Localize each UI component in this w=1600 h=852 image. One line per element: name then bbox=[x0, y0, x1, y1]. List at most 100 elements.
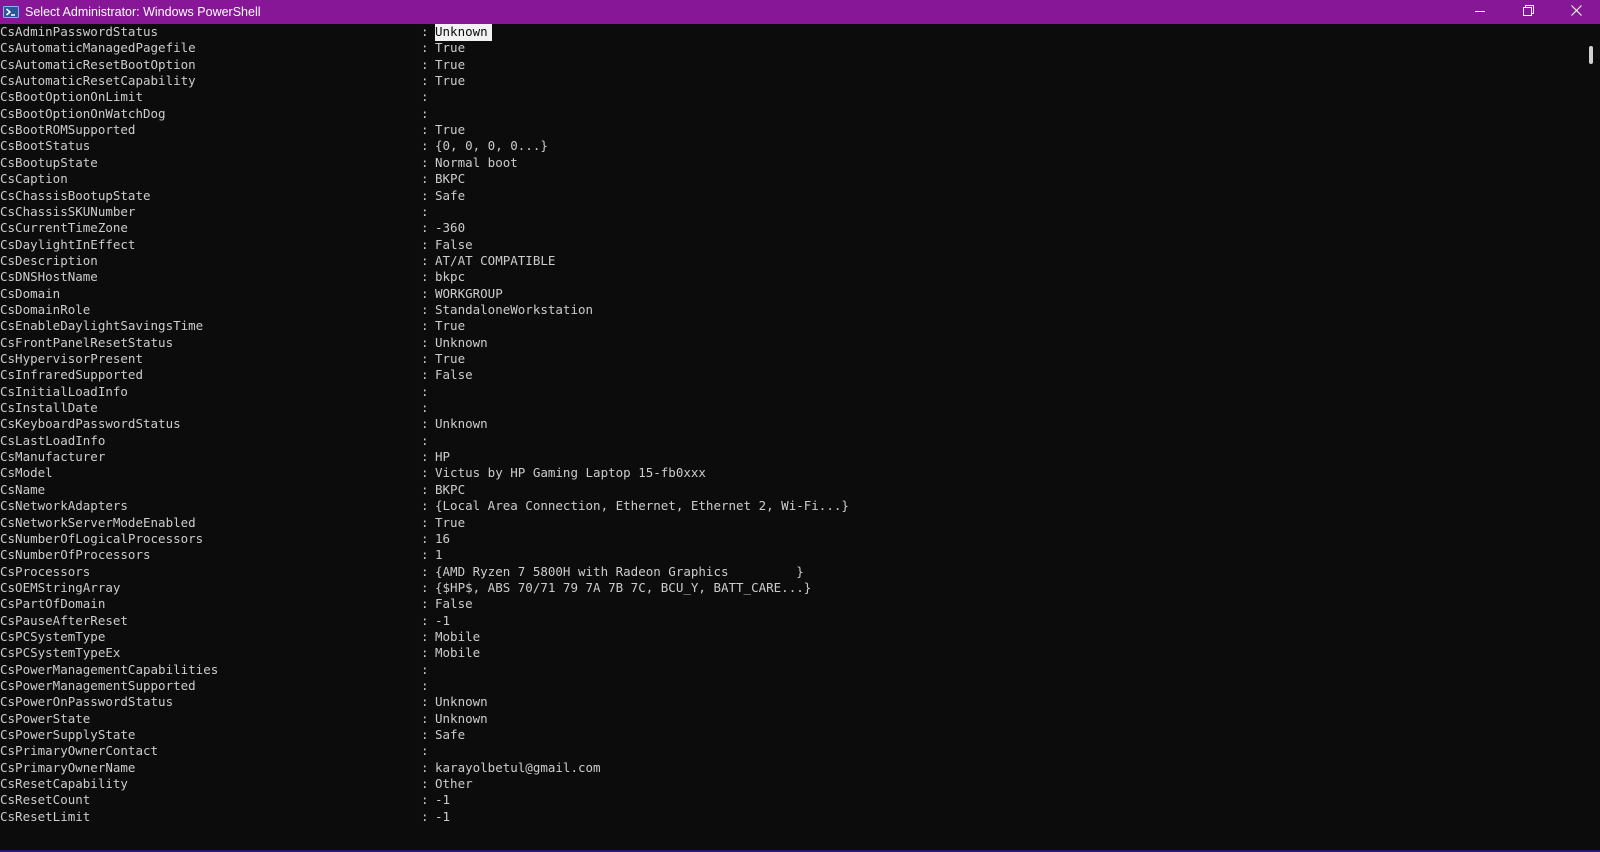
property-separator: : bbox=[421, 563, 429, 579]
restore-button[interactable] bbox=[1504, 0, 1552, 24]
property-name: CsPowerOnPasswordStatus bbox=[0, 694, 174, 710]
property-separator: : bbox=[421, 547, 429, 563]
property-name: CsEnableDaylightSavingsTime bbox=[0, 318, 204, 334]
console-line: CsDomainRole: StandaloneWorkstation bbox=[0, 302, 1580, 319]
property-value: Unknown bbox=[435, 334, 488, 350]
property-name: CsNetworkAdapters bbox=[0, 498, 128, 514]
powershell-icon[interactable] bbox=[3, 4, 19, 20]
console-line: CsAutomaticManagedPagefile: True bbox=[0, 40, 1580, 57]
console-output[interactable]: CsAdminPasswordStatus: Unknown CsAutomatic… bbox=[0, 24, 1582, 852]
console-line: CsInstallDate: bbox=[0, 400, 1580, 417]
property-value: WORKGROUP bbox=[435, 285, 503, 301]
property-separator: : bbox=[421, 138, 429, 154]
console-line: CsDescription: AT/AT COMPATIBLE bbox=[0, 253, 1580, 270]
property-name: CsDNSHostName bbox=[0, 269, 98, 285]
console-line: CsPowerManagementCapabilities: bbox=[0, 662, 1580, 679]
property-separator: : bbox=[421, 694, 429, 710]
console-line: CsDNSHostName: bkpc bbox=[0, 269, 1580, 286]
property-name: CsCurrentTimeZone bbox=[0, 220, 128, 236]
property-value: {Local Area Connection, Ethernet, Ethern… bbox=[435, 498, 849, 514]
property-name: CsCaption bbox=[0, 171, 68, 187]
property-separator: : bbox=[421, 367, 429, 383]
console-line: CsInfraredSupported: False bbox=[0, 367, 1580, 384]
property-separator: : bbox=[421, 776, 429, 792]
property-separator: : bbox=[421, 661, 429, 677]
title-bar[interactable]: Select Administrator: Windows PowerShell bbox=[0, 0, 1600, 24]
property-name: CsPCSystemTypeEx bbox=[0, 645, 121, 661]
property-name: CsPrimaryOwnerContact bbox=[0, 743, 159, 759]
property-separator: : bbox=[421, 710, 429, 726]
property-name: CsAutomaticResetBootOption bbox=[0, 56, 196, 72]
property-separator: : bbox=[421, 154, 429, 170]
property-value: True bbox=[435, 318, 466, 334]
property-name: CsNumberOfProcessors bbox=[0, 547, 151, 563]
property-value: False bbox=[435, 236, 473, 252]
console-line: CsNumberOfLogicalProcessors:16 bbox=[0, 531, 1580, 548]
console-line: CsDomain: WORKGROUP bbox=[0, 286, 1580, 303]
minimize-button[interactable] bbox=[1456, 0, 1504, 24]
property-separator: : bbox=[421, 416, 429, 432]
property-value: BKPC bbox=[435, 481, 466, 497]
property-name: CsDomain bbox=[0, 285, 61, 301]
console-line: CsHypervisorPresent: True bbox=[0, 351, 1580, 368]
scrollbar-thumb[interactable] bbox=[1589, 46, 1593, 64]
close-button[interactable] bbox=[1552, 0, 1600, 24]
property-separator: : bbox=[421, 187, 429, 203]
property-name: CsPowerManagementSupported bbox=[0, 678, 196, 693]
property-name: CsPowerSupplyState bbox=[0, 727, 136, 743]
console-line: CsChassisSKUNumber: bbox=[0, 204, 1580, 221]
property-separator: : bbox=[421, 498, 429, 514]
console-line: CsPauseAfterReset: -1 bbox=[0, 613, 1580, 630]
property-separator: : bbox=[421, 334, 429, 350]
property-value: 1 bbox=[435, 547, 443, 563]
console-line: CsBootOptionOnWatchDog: bbox=[0, 106, 1580, 123]
property-name: CsChassisBootupState bbox=[0, 187, 151, 203]
property-separator: : bbox=[421, 203, 429, 219]
vertical-scrollbar[interactable] bbox=[1582, 24, 1600, 852]
property-separator: : bbox=[421, 40, 429, 56]
property-separator: : bbox=[421, 73, 429, 89]
console-line: CsFrontPanelResetStatus: Unknown bbox=[0, 335, 1580, 352]
console-line: CsResetLimit: -1 bbox=[0, 809, 1580, 826]
property-value: Mobile bbox=[435, 628, 481, 644]
property-value: -1 bbox=[435, 612, 451, 628]
console-line: CsOEMStringArray: {$HP$, ABS 70/71 79 7A … bbox=[0, 580, 1580, 597]
property-name: CsNumberOfLogicalProcessors bbox=[0, 530, 204, 546]
console-line: CsPowerState: Unknown bbox=[0, 711, 1580, 728]
window-controls bbox=[1456, 0, 1600, 24]
minimize-icon bbox=[1475, 5, 1485, 19]
property-value: HP bbox=[435, 449, 451, 465]
property-value: Normal boot bbox=[435, 154, 518, 170]
property-name: CsPauseAfterReset bbox=[0, 612, 128, 628]
property-name: CsDomainRole bbox=[0, 301, 91, 317]
console-line: CsBootStatus: {0, 0, 0, 0...} bbox=[0, 138, 1580, 155]
property-separator: : bbox=[421, 743, 429, 759]
property-separator: : bbox=[421, 383, 429, 399]
property-separator: : bbox=[421, 301, 429, 317]
console-line: CsPowerSupplyState: Safe bbox=[0, 727, 1580, 744]
property-name: CsBootupState bbox=[0, 154, 98, 170]
property-separator: : bbox=[421, 628, 429, 644]
property-separator: : bbox=[421, 465, 429, 481]
property-name: CsKeyboardPasswordStatus bbox=[0, 416, 181, 432]
property-separator: : bbox=[421, 449, 429, 465]
property-name: CsResetCapability bbox=[0, 776, 128, 792]
property-separator: : bbox=[421, 171, 429, 187]
property-name: CsBootStatus bbox=[0, 138, 91, 154]
restore-icon bbox=[1522, 5, 1534, 19]
console-line: CsBootROMSupported: True bbox=[0, 122, 1580, 139]
property-separator: : bbox=[421, 808, 429, 824]
console-line: CsResetCapability: Other bbox=[0, 776, 1580, 793]
property-separator: : bbox=[421, 252, 429, 268]
console-line: CsPCSystemType: Mobile bbox=[0, 629, 1580, 646]
property-name: CsLastLoadInfo bbox=[0, 432, 106, 448]
property-value: True bbox=[435, 351, 466, 366]
property-value: True bbox=[435, 73, 466, 89]
property-separator: : bbox=[421, 727, 429, 743]
console-line: CsEnableDaylightSavingsTime: True bbox=[0, 318, 1580, 335]
property-value: 16 bbox=[435, 530, 451, 546]
console-line: CsKeyboardPasswordStatus: Unknown bbox=[0, 416, 1580, 433]
property-name: CsPowerManagementCapabilities bbox=[0, 661, 219, 677]
property-separator: : bbox=[421, 89, 429, 105]
property-value: Unknown bbox=[435, 710, 488, 726]
